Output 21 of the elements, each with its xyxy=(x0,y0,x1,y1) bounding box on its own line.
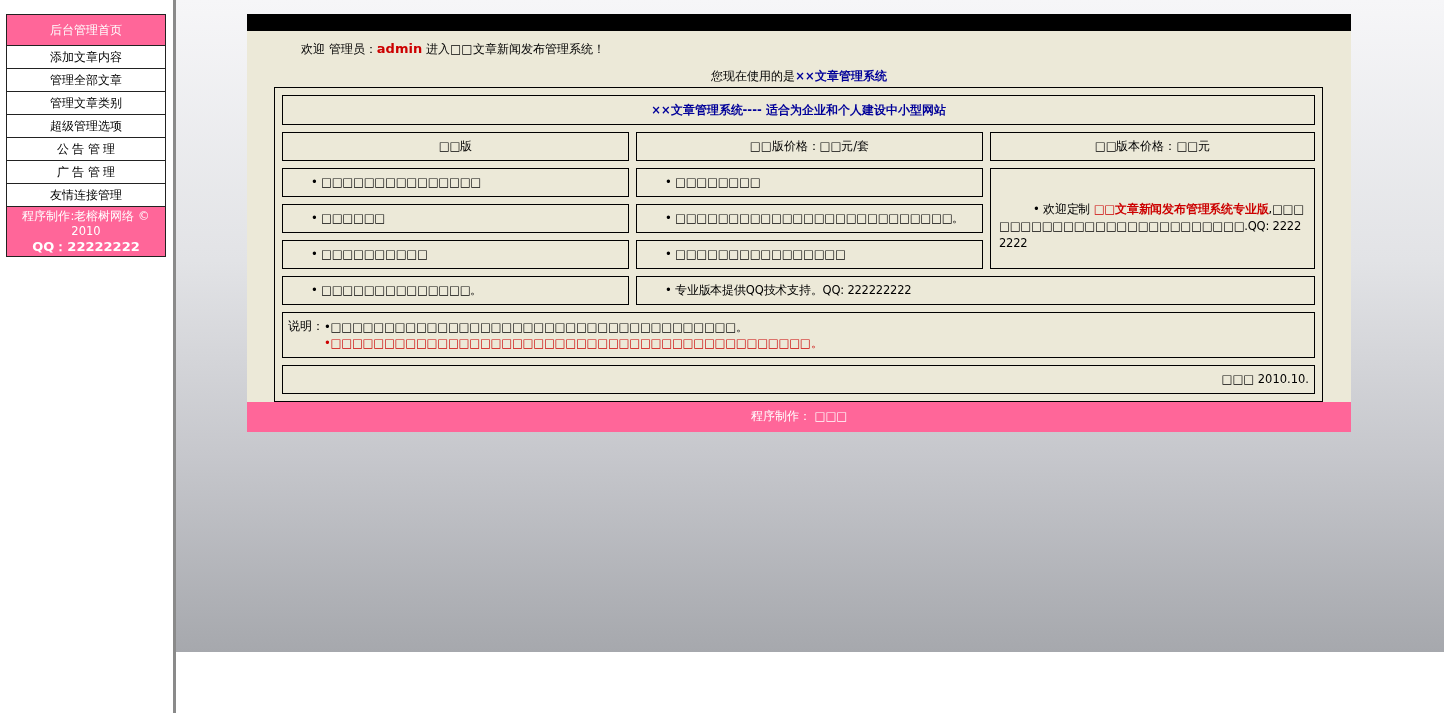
table-cell: • □□□□□□□□□□ xyxy=(282,240,629,269)
table-cell: • 欢迎定制 □□文章新闻发布管理系统专业版,□□□□□□□□□□□□□□□□□□□□□□□□□□.QQ: 22222222 xyxy=(990,168,1315,269)
table-cell: • □□□□□□□□□□□□□□□□□□□□□□□□□□。 xyxy=(636,204,983,233)
table-cell: • □□□□□□ xyxy=(282,204,629,233)
system-name-text: 您现在使用的是××文章管理系统 xyxy=(710,69,888,85)
table-title: ××文章管理系统---- 适合为企业和个人建设中小型网站 xyxy=(282,95,1315,125)
table-header: □□版价格：□□元/套 xyxy=(636,132,983,161)
table-cell: • □□□□□□□□ xyxy=(636,168,983,197)
table-header: □□版 xyxy=(282,132,629,161)
footer-bar: 程序制作： □□□ xyxy=(247,402,1351,432)
welcome-text: 欢迎 管理员：admin 进入□□文章新闻发布管理系统！ xyxy=(300,40,606,58)
table-header: □□版本价格：□□元 xyxy=(990,132,1315,161)
table-cell: • □□□□□□□□□□□□□□□ xyxy=(282,168,629,197)
notes-label: 说明： xyxy=(288,319,324,335)
note-line: •□□□□□□□□□□□□□□□□□□□□□□□□□□□□□□□□□□□□□□□□□□□□□。 xyxy=(324,335,823,351)
table-cell: • □□□□□□□□□□□□□□□□ xyxy=(636,240,983,269)
table-cell: • 专业版本提供QQ技术支持。QQ: 222222222 xyxy=(636,276,1315,305)
signature-cell: □□□ 2010.10. xyxy=(282,365,1315,394)
table-cell: • □□□□□□□□□□□□□□。 xyxy=(282,276,629,305)
sidebar-footer: 程序制作:老榕树网络 © 2010 QQ：22222222 xyxy=(7,207,165,256)
note-line: •□□□□□□□□□□□□□□□□□□□□□□□□□□□□□□□□□□□□□□。 xyxy=(324,319,749,335)
